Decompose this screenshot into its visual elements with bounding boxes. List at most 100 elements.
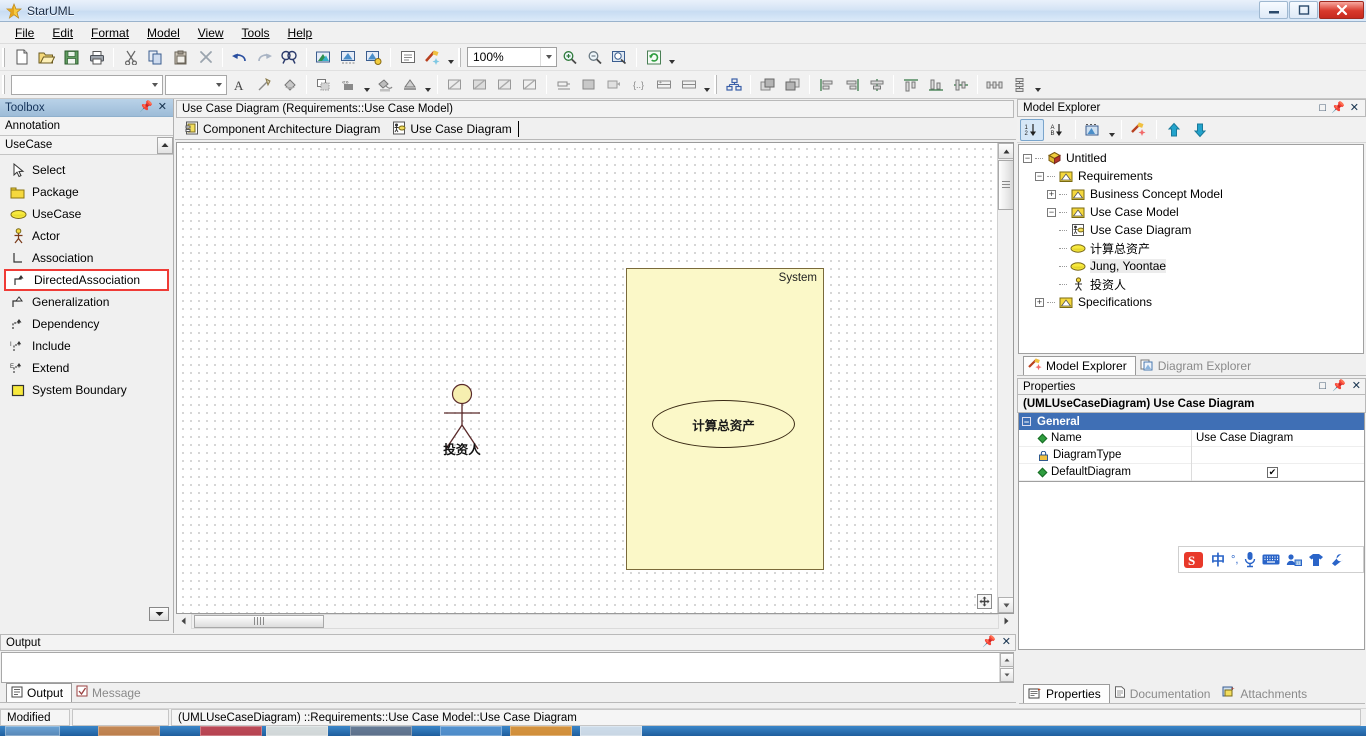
tree-node-actor-touziren[interactable]: 投资人 [1023, 275, 1363, 293]
fill-style-icon[interactable] [398, 74, 421, 96]
defaultdiagram-checkbox[interactable]: ✔ [1267, 466, 1278, 478]
format-toolbar-grip[interactable] [2, 75, 6, 94]
menu-view[interactable]: View [189, 24, 233, 42]
align-center-icon[interactable] [865, 74, 888, 96]
tab-output[interactable]: Output [6, 683, 73, 702]
menu-format[interactable]: Format [82, 24, 138, 42]
stereotype-dropdown-arrow[interactable] [361, 74, 372, 96]
verify-icon[interactable] [421, 46, 444, 68]
font-family-combo[interactable] [11, 74, 163, 95]
close-button[interactable] [1319, 1, 1364, 19]
toolbar-overflow-arrow[interactable] [445, 46, 456, 68]
menu-model[interactable]: Model [138, 24, 189, 42]
filter-dropdown-arrow[interactable] [1106, 119, 1117, 141]
zoom-toolbar-grip[interactable] [458, 47, 462, 67]
pin-icon[interactable]: 📌 [1331, 102, 1345, 114]
suppress-attributes-icon[interactable] [443, 74, 466, 96]
property-name-value[interactable]: Use Case Diagram [1191, 429, 1364, 447]
toolbox-item-systemboundary[interactable]: System Boundary [0, 379, 173, 401]
tab-use-case-diagram[interactable]: Use Case Diagram [388, 119, 527, 139]
expander-collapse-icon[interactable]: − [1022, 417, 1031, 426]
zoom-toolbar-overflow-arrow[interactable] [666, 46, 677, 68]
align-left-icon[interactable] [815, 74, 838, 96]
zoom-out-icon[interactable] [583, 46, 606, 68]
tree-node-use-case-model[interactable]: − Use Case Model [1023, 203, 1363, 221]
scroll-down-button[interactable] [998, 597, 1013, 613]
align-right-icon[interactable] [840, 74, 863, 96]
new-file-icon[interactable] [10, 46, 33, 68]
toolbox-group-usecase[interactable]: UseCase [0, 136, 173, 155]
show-multiplicity-icon[interactable]: {..} [627, 74, 650, 96]
font-color-icon[interactable]: A [228, 74, 251, 96]
horizontal-scroll-track[interactable] [191, 613, 999, 629]
print-icon[interactable] [85, 46, 108, 68]
tree-node-use-case-diagram[interactable]: Use Case Diagram [1023, 221, 1363, 239]
close-icon[interactable]: ✕ [158, 102, 167, 113]
line-color-icon[interactable] [373, 74, 396, 96]
taskbar-item[interactable] [200, 726, 262, 736]
scroll-right-button[interactable] [999, 614, 1014, 629]
undo-icon[interactable] [228, 46, 251, 68]
sort-by-order-icon[interactable]: 12 [1020, 118, 1044, 141]
layout-toolbar-grip[interactable] [714, 75, 718, 94]
toolbox-item-package[interactable]: Package [0, 181, 173, 203]
float-icon[interactable]: □ [1319, 381, 1326, 392]
refresh-icon[interactable] [642, 46, 665, 68]
view-options-dropdown-arrow[interactable] [701, 74, 712, 96]
taskbar-item[interactable] [440, 726, 502, 736]
menu-tools[interactable]: Tools [233, 24, 279, 42]
space-horizontally-icon[interactable] [983, 74, 1006, 96]
align-middle-icon[interactable] [949, 74, 972, 96]
layout-toolbar-overflow-arrow[interactable] [1032, 74, 1043, 96]
property-row-diagramtype[interactable]: DiagramType [1019, 446, 1364, 464]
tab-documentation[interactable]: Documentation [1110, 684, 1219, 703]
microphone-icon[interactable] [1244, 550, 1256, 570]
pan-tool-icon[interactable] [977, 594, 992, 609]
delete-icon[interactable] [194, 46, 217, 68]
minimize-button[interactable] [1259, 1, 1288, 19]
tree-node-requirements[interactable]: − Requirements [1023, 167, 1363, 185]
expander-collapse-icon[interactable]: − [1023, 153, 1032, 163]
collapse-up-icon[interactable] [157, 136, 173, 154]
canvas-horizontal-scrollbar[interactable] [176, 613, 1014, 629]
menu-file[interactable]: File [6, 24, 43, 42]
filter-view-icon[interactable] [1081, 119, 1105, 141]
menu-edit[interactable]: Edit [43, 24, 82, 42]
chevron-down-icon[interactable] [212, 76, 226, 94]
output-scroll-down-button[interactable] [1000, 668, 1014, 682]
bring-to-front-icon[interactable] [756, 74, 779, 96]
add-diagram-icon[interactable] [312, 46, 335, 68]
cut-icon[interactable] [119, 46, 142, 68]
copy-icon[interactable] [144, 46, 167, 68]
align-top-icon[interactable] [899, 74, 922, 96]
suppress-operations-icon[interactable] [468, 74, 491, 96]
close-icon[interactable]: ✕ [1002, 637, 1011, 648]
tree-node-specifications[interactable]: + Specifications [1023, 293, 1363, 311]
expander-collapse-icon[interactable]: − [1035, 171, 1044, 181]
property-row-name[interactable]: Name Use Case Diagram [1019, 429, 1364, 447]
close-icon[interactable]: ✕ [1352, 381, 1361, 392]
show-property-icon[interactable] [577, 74, 600, 96]
tab-diagram-explorer[interactable]: Diagram Explorer [1136, 356, 1259, 375]
skin-icon[interactable] [1308, 550, 1324, 570]
zoom-in-icon[interactable] [558, 46, 581, 68]
model-explorer-tree[interactable]: − Untitled − Requirements + Business Con… [1018, 144, 1364, 354]
float-icon[interactable]: □ [1319, 102, 1326, 114]
canvas-vertical-scrollbar[interactable] [997, 143, 1013, 613]
toolbox-wrench-icon[interactable] [1330, 550, 1345, 570]
toolbox-item-dependency[interactable]: Dependency [0, 313, 173, 335]
toolbox-item-extend[interactable]: E Extend [0, 357, 173, 379]
tab-model-explorer[interactable]: Model Explorer [1023, 356, 1136, 375]
properties-group-general[interactable]: − General [1019, 413, 1364, 430]
pin-icon[interactable]: 📌 [1332, 381, 1346, 392]
profile-icon[interactable] [362, 46, 385, 68]
taskbar-item[interactable] [5, 726, 60, 736]
tree-node-usecase-jisuan[interactable]: 计算总资产 [1023, 239, 1363, 257]
diagram-canvas[interactable]: 投资人 System 计算总资产 [177, 143, 997, 613]
maximize-button[interactable] [1289, 1, 1318, 19]
chevron-down-icon[interactable] [540, 48, 556, 66]
send-to-back-icon[interactable] [781, 74, 804, 96]
taskbar-item[interactable] [510, 726, 572, 736]
user-panel-icon[interactable]: 11 [1286, 550, 1303, 570]
punctuation-icon[interactable]: °, [1231, 550, 1238, 570]
